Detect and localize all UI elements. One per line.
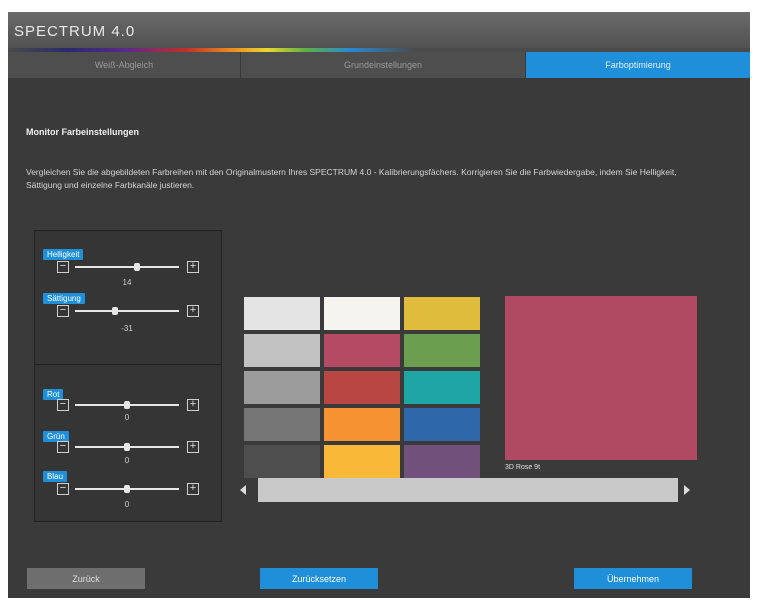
horizontal-scrollbar[interactable] <box>258 478 678 502</box>
blau-decrease-button[interactable]: − <box>57 483 69 495</box>
swatch-yellow-orange <box>324 445 400 478</box>
color-preview <box>505 296 697 460</box>
tab-farboptimierung[interactable]: Farboptimierung <box>526 52 750 78</box>
app-title: SPECTRUM 4.0 <box>14 23 136 40</box>
blau-value: 0 <box>124 500 130 509</box>
swatch-gray-3 <box>244 371 320 404</box>
blau-slider-thumb[interactable] <box>124 485 130 493</box>
rot-decrease-button[interactable]: − <box>57 399 69 411</box>
saettigung-slider-track[interactable] <box>75 310 179 312</box>
apply-button[interactable]: Übernehmen <box>574 568 692 589</box>
rgb-panel: Rot − + 0 Grün − + 0 Blau − + 0 <box>34 364 222 522</box>
helligkeit-slider-track[interactable] <box>75 266 179 268</box>
rot-value: 0 <box>124 413 130 422</box>
swatch-blue <box>404 408 480 441</box>
gruen-slider-thumb[interactable] <box>124 443 130 451</box>
swatch-orange <box>324 408 400 441</box>
gruen-increase-button[interactable]: + <box>187 441 199 453</box>
gruen-decrease-button[interactable]: − <box>57 441 69 453</box>
blau-label: Blau <box>43 471 68 482</box>
saettigung-slider-thumb[interactable] <box>111 307 118 315</box>
back-button[interactable]: Zurück <box>27 568 145 589</box>
blau-increase-button[interactable]: + <box>187 483 199 495</box>
title-bar: SPECTRUM 4.0 <box>8 12 750 50</box>
helligkeit-label: Helligkeit <box>43 249 84 260</box>
swatch-red <box>324 371 400 404</box>
swatch-gray-2 <box>244 334 320 367</box>
scroll-left-arrow-icon[interactable] <box>240 485 246 495</box>
brightness-saturation-panel: Helligkeit − + 14 Sättigung − + -31 <box>34 230 222 368</box>
swatch-yellow <box>404 297 480 330</box>
swatch-gray-1 <box>244 297 320 330</box>
tab-grundeinstellungen[interactable]: Grundeinstellungen <box>241 52 526 78</box>
swatch-gray-4 <box>244 408 320 441</box>
swatch-purple <box>404 445 480 478</box>
preview-label: 3D Rose 9t <box>505 464 541 471</box>
gruen-value: 0 <box>124 456 130 465</box>
swatch-teal <box>404 371 480 404</box>
scroll-right-arrow-icon[interactable] <box>684 485 690 495</box>
helligkeit-slider-thumb[interactable] <box>134 263 141 271</box>
helligkeit-increase-button[interactable]: + <box>187 261 199 273</box>
swatch-white <box>324 297 400 330</box>
section-title: Monitor Farbeinstellungen <box>26 127 140 137</box>
rot-increase-button[interactable]: + <box>187 399 199 411</box>
saettigung-increase-button[interactable]: + <box>187 305 199 317</box>
swatch-rose <box>324 334 400 367</box>
saettigung-value: -31 <box>121 324 133 333</box>
tab-weiss-abgleich[interactable]: Weiß-Abgleich <box>8 52 241 78</box>
swatch-gray-5 <box>244 445 320 478</box>
saettigung-label: Sättigung <box>43 293 85 304</box>
tab-bar: Weiß-Abgleich Grundeinstellungen Farbopt… <box>8 52 750 78</box>
helligkeit-value: 14 <box>122 278 132 287</box>
app-window: SPECTRUM 4.0 Weiß-Abgleich Grundeinstell… <box>8 12 750 598</box>
section-description: Vergleichen Sie die abgebildeten Farbrei… <box>26 167 677 190</box>
helligkeit-decrease-button[interactable]: − <box>57 261 69 273</box>
reset-button[interactable]: Zurücksetzen <box>260 568 378 589</box>
swatch-green <box>404 334 480 367</box>
rot-slider-thumb[interactable] <box>124 401 130 409</box>
saettigung-decrease-button[interactable]: − <box>57 305 69 317</box>
